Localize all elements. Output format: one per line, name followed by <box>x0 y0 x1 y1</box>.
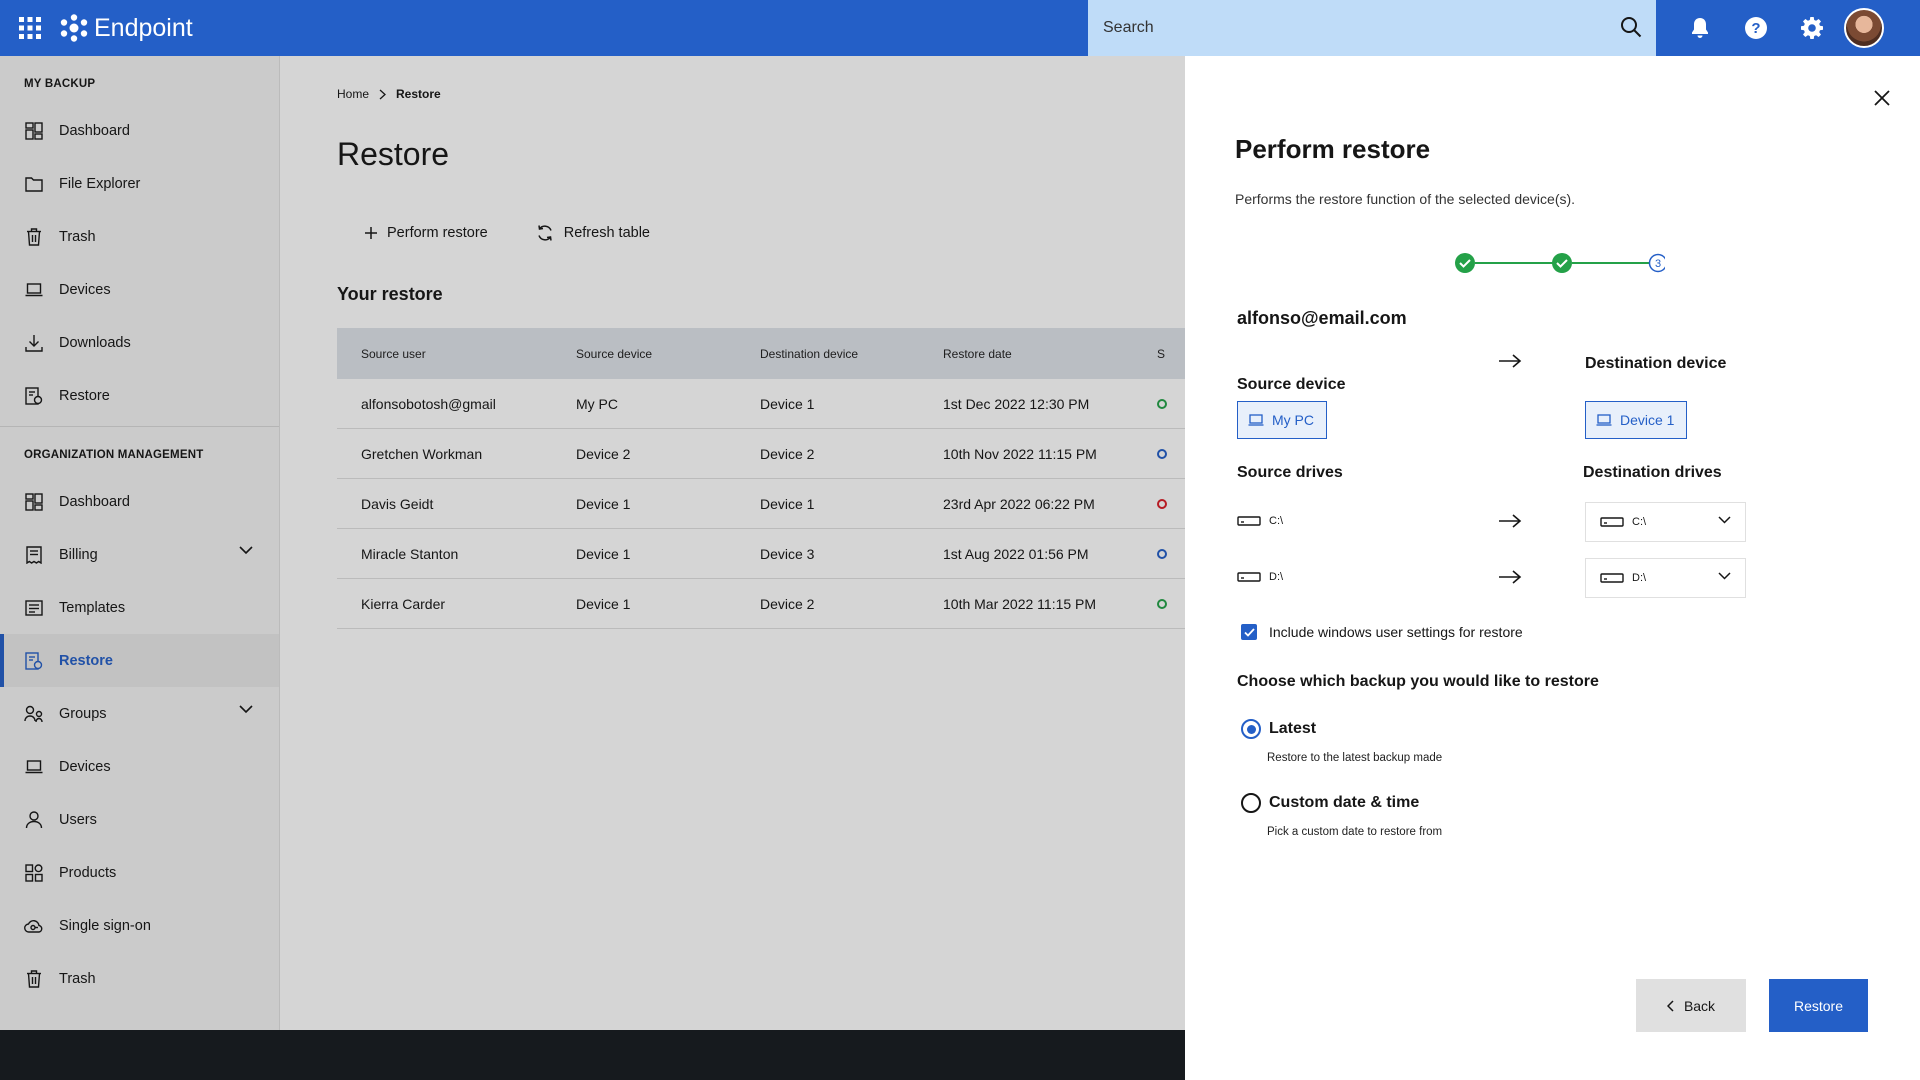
radio-latest[interactable] <box>1241 719 1261 739</box>
laptop-icon <box>1596 414 1612 426</box>
panel-description: Performs the restore function of the sel… <box>1235 191 1576 207</box>
source-device-chip[interactable]: My PC <box>1237 401 1327 439</box>
user-email: alfonso@email.com <box>1237 308 1407 328</box>
close-icon[interactable] <box>1870 86 1894 110</box>
source-drive-d: D:\ <box>1237 571 1283 583</box>
option-latest[interactable]: Latest <box>1241 719 1316 739</box>
arrow-right-icon <box>1499 514 1522 528</box>
arrow-right-icon <box>1499 354 1522 368</box>
include-settings-checkbox-row[interactable]: Include windows user settings for restor… <box>1241 624 1523 640</box>
grid-icon <box>19 17 41 39</box>
chevron-down-icon <box>1718 516 1731 524</box>
destination-drives-label: Destination drives <box>1583 464 1722 481</box>
destination-device-chip[interactable]: Device 1 <box>1585 401 1688 439</box>
choose-backup-title: Choose which backup you would like to re… <box>1237 673 1599 690</box>
step-2-complete-icon <box>1552 253 1572 273</box>
destination-drive-select-c[interactable]: C:\ <box>1585 502 1746 542</box>
chevron-down-icon <box>1718 572 1731 580</box>
modal-overlay[interactable] <box>0 56 1185 1030</box>
top-icons: ? <box>1672 0 1884 56</box>
destination-drive-select-d[interactable]: D:\ <box>1585 558 1746 598</box>
source-drives-label: Source drives <box>1237 464 1343 481</box>
footer-bar <box>0 1030 1185 1080</box>
destination-drive-value: D:\ <box>1632 572 1647 584</box>
perform-restore-panel: Perform restore Performs the restore fun… <box>1185 56 1920 1080</box>
restore-label: Restore <box>1793 997 1844 1014</box>
help-icon: ? <box>1745 17 1767 39</box>
search-input[interactable] <box>1103 19 1603 37</box>
user-avatar[interactable] <box>1844 8 1884 48</box>
restore-button[interactable]: Restore <box>1769 979 1868 1032</box>
option-custom-help: Pick a custom date to restore from <box>1267 826 1443 838</box>
chevron-left-icon <box>1666 999 1674 1012</box>
search-icon[interactable] <box>1620 16 1642 38</box>
svg-text:?: ? <box>1751 20 1760 37</box>
step-3-label: 3 <box>1655 258 1661 270</box>
option-latest-help: Restore to the latest backup made <box>1267 752 1443 764</box>
option-custom[interactable]: Custom date & time <box>1241 793 1419 813</box>
drive-icon <box>1600 573 1624 583</box>
source-device-label: Source device <box>1237 376 1346 393</box>
back-button[interactable]: Back <box>1636 979 1746 1032</box>
laptop-icon <box>1248 414 1264 426</box>
top-bar: Endpoint ? <box>0 0 1920 56</box>
panel-title: Perform restore <box>1235 134 1431 164</box>
app-switcher-button[interactable] <box>0 0 60 56</box>
help-button[interactable]: ? <box>1728 0 1784 56</box>
destination-device-name: Device 1 <box>1620 412 1675 428</box>
step-1-complete-icon <box>1455 253 1475 273</box>
destination-device-label: Destination device <box>1585 355 1727 372</box>
notifications-button[interactable] <box>1672 0 1728 56</box>
back-label: Back <box>1683 997 1716 1014</box>
drive-icon <box>1600 517 1624 527</box>
drive-icon <box>1237 516 1261 526</box>
search-bar[interactable] <box>1088 0 1656 56</box>
source-drive-name: C:\ <box>1269 515 1284 527</box>
source-drive-c: C:\ <box>1237 515 1283 527</box>
endpoint-logo-icon <box>60 14 88 42</box>
include-settings-label: Include windows user settings for restor… <box>1269 624 1523 640</box>
radio-custom[interactable] <box>1241 793 1261 813</box>
arrow-right-icon <box>1499 570 1522 584</box>
step-3-current: 3 <box>1648 253 1665 273</box>
drive-icon <box>1237 572 1261 582</box>
settings-button[interactable] <box>1784 0 1840 56</box>
gear-icon <box>1801 17 1823 39</box>
option-custom-label: Custom date & time <box>1269 794 1420 811</box>
app-name: Endpoint <box>94 13 193 42</box>
source-device-name: My PC <box>1272 412 1314 428</box>
progress-stepper: 3 <box>1455 253 1665 273</box>
destination-drive-value: C:\ <box>1632 516 1647 528</box>
brand[interactable]: Endpoint <box>60 14 193 43</box>
option-latest-label: Latest <box>1269 720 1317 737</box>
include-settings-checkbox[interactable] <box>1241 624 1257 640</box>
checkmark-icon <box>1243 627 1255 637</box>
bell-icon <box>1692 18 1708 38</box>
source-drive-name: D:\ <box>1269 571 1284 583</box>
